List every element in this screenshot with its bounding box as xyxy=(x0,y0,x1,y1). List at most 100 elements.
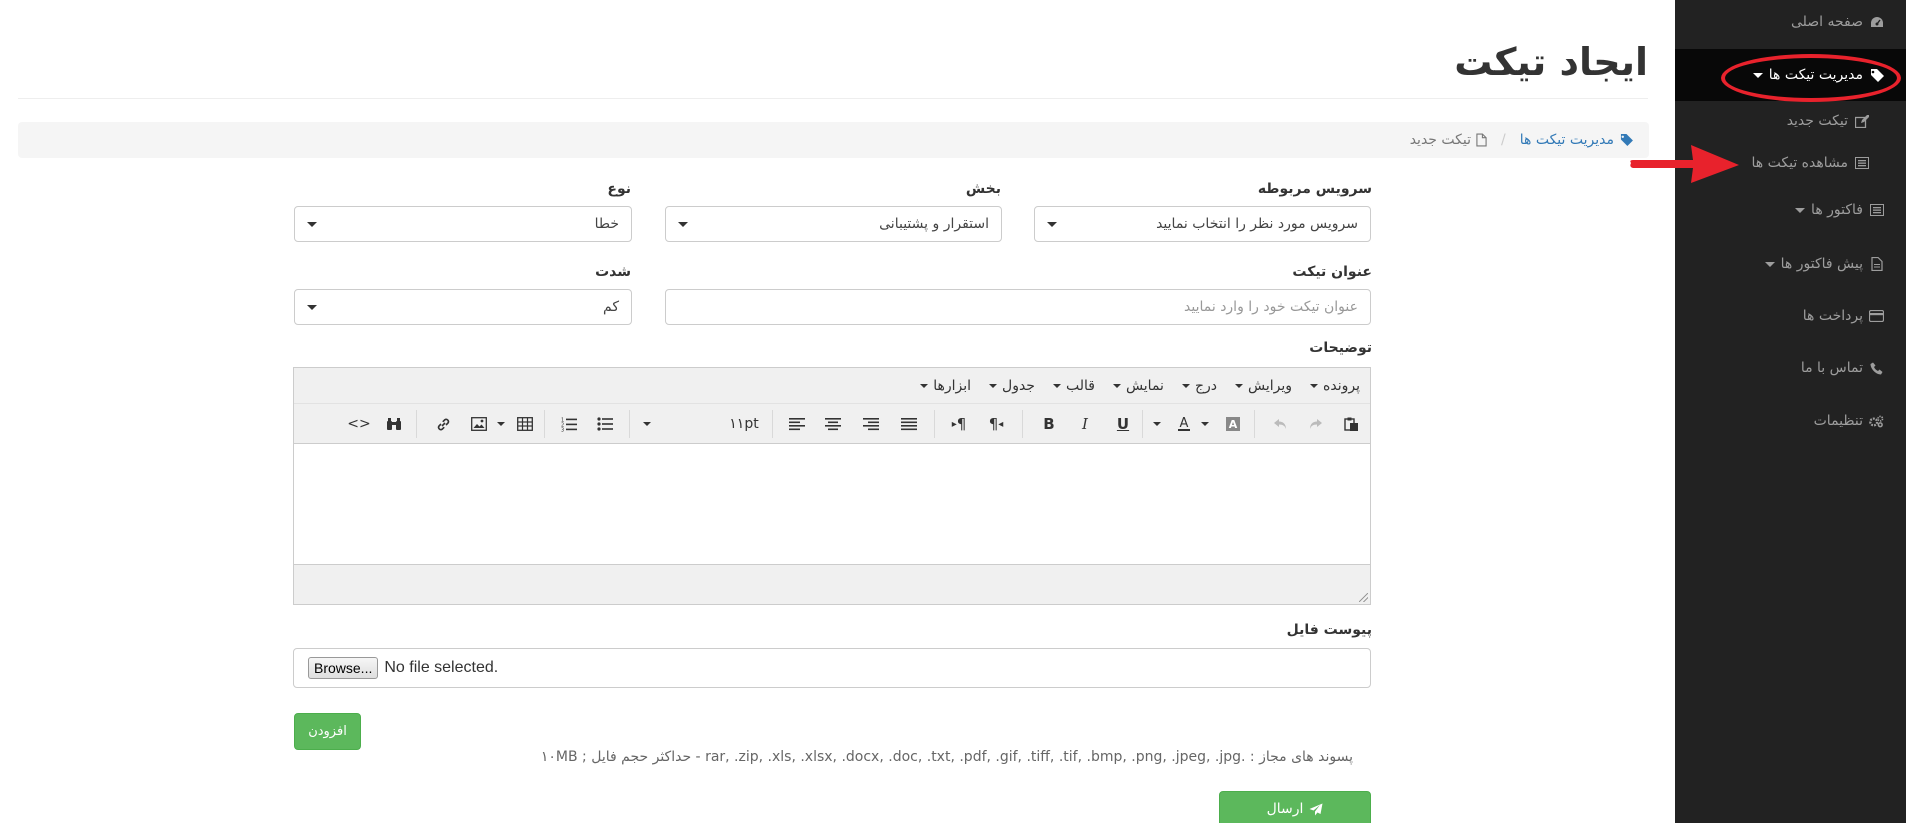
file-input[interactable]: Browse... No file selected. xyxy=(293,648,1371,688)
no-file-text: No file selected. xyxy=(384,659,499,676)
text-color-icon[interactable]: A xyxy=(1171,412,1197,436)
credit-card-icon xyxy=(1869,310,1884,323)
invoice-icon xyxy=(1869,204,1884,217)
font-size-select[interactable]: ۱۱pt xyxy=(726,412,762,436)
sidebar-item-dashboard[interactable]: صفحه اصلی xyxy=(1791,10,1884,34)
font-size-dropdown[interactable] xyxy=(637,412,657,436)
submit-button[interactable]: ارسال xyxy=(1219,791,1371,823)
menu-table[interactable]: جدول xyxy=(989,378,1035,394)
editor-content-area[interactable] xyxy=(294,444,1370,564)
breadcrumb-link-ticket-management[interactable]: مدیریت تیکت ها xyxy=(1520,132,1633,148)
description-label: توضیحات xyxy=(1309,340,1372,356)
sidebar-item-label: صفحه اصلی xyxy=(1790,14,1863,30)
paste-icon[interactable] xyxy=(1338,412,1364,436)
chevron-down-icon xyxy=(1764,261,1775,267)
ticket-title-input[interactable] xyxy=(665,289,1371,325)
underline-icon[interactable]: U xyxy=(1110,412,1136,436)
editor-toolbar: A A U I B ¶ ◂ ▸ ¶ ۱۱pt 1 2 3 <> xyxy=(294,404,1370,444)
editor-menubar: پرونده ویرایش درج نمایش قالب جدول ابزاره… xyxy=(294,368,1370,404)
paper-plane-icon xyxy=(1309,803,1323,815)
type-selected-value: خطا xyxy=(594,216,619,232)
service-select[interactable]: سرویس مورد نظر را انتخاب نمایید xyxy=(1034,206,1371,242)
chevron-down-icon xyxy=(1112,383,1121,388)
severity-selected-value: کم xyxy=(603,299,619,315)
chevron-down-icon xyxy=(1047,221,1057,227)
toolbar-separator xyxy=(544,410,545,438)
sidebar-item-contact[interactable]: تماس با ما xyxy=(1801,356,1884,380)
source-code-icon[interactable]: <> xyxy=(346,412,372,436)
chevron-down-icon xyxy=(989,383,998,388)
chevron-down-icon xyxy=(1235,383,1243,388)
service-selected-value: سرویس مورد نظر را انتخاب نمایید xyxy=(1156,216,1358,232)
align-center-icon[interactable] xyxy=(820,412,846,436)
table-icon[interactable] xyxy=(512,412,538,436)
annotation-arrow-icon xyxy=(1630,145,1739,183)
table-dropdown[interactable] xyxy=(494,412,508,436)
title-divider xyxy=(18,98,1648,99)
background-color-dropdown[interactable] xyxy=(1198,412,1212,436)
chevron-down-icon xyxy=(1153,422,1161,426)
align-left-icon[interactable] xyxy=(784,412,810,436)
menu-insert[interactable]: درج xyxy=(1181,378,1217,394)
sidebar-item-label: تنظیمات xyxy=(1813,413,1863,429)
toolbar-separator xyxy=(772,410,773,438)
text-color-dropdown[interactable] xyxy=(1150,412,1164,436)
section-select[interactable]: استقرار و پشتیبانی xyxy=(665,206,1002,242)
image-icon[interactable] xyxy=(466,412,492,436)
page-title: ایجاد تیکت xyxy=(1454,40,1648,84)
link-icon[interactable] xyxy=(430,412,456,436)
chevron-down-icon xyxy=(920,383,929,388)
allowed-extensions-text: پسوند های مجاز : .rar, .zip, .xls, .xlsx… xyxy=(540,749,1353,765)
file-icon xyxy=(1476,133,1487,147)
sidebar-item-settings[interactable]: تنظیمات xyxy=(1814,409,1884,433)
ticket-title-label: عنوان تیکت xyxy=(1292,264,1372,280)
toolbar-separator xyxy=(1142,410,1143,438)
menu-view-label: نمایش xyxy=(1125,377,1164,394)
sidebar-item-proforma[interactable]: پیش فاکتور ها xyxy=(1764,252,1884,276)
sidebar-item-payments[interactable]: پرداخت ها xyxy=(1803,304,1884,328)
toolbar-separator xyxy=(1022,410,1023,438)
breadcrumb-current: تیکت جدید xyxy=(1410,132,1487,148)
sidebar-item-label: مشاهده تیکت ها xyxy=(1751,155,1848,171)
browse-button[interactable]: Browse... xyxy=(308,657,379,679)
menu-format[interactable]: قالب xyxy=(1052,378,1095,394)
sidebar-item-label: تماس با ما xyxy=(1800,360,1863,376)
undo-icon[interactable] xyxy=(1267,412,1293,436)
severity-label: شدت xyxy=(595,264,631,280)
type-select[interactable]: خطا xyxy=(294,206,632,242)
add-file-button[interactable]: افزودن xyxy=(294,713,361,750)
sidebar-item-label: پیش فاکتور ها xyxy=(1780,256,1863,272)
redo-icon[interactable] xyxy=(1302,412,1328,436)
menu-edit[interactable]: ویرایش xyxy=(1235,378,1292,394)
background-color-icon[interactable]: A xyxy=(1220,412,1246,436)
sidebar-item-label: فاکتور ها xyxy=(1811,202,1863,218)
menu-edit-label: ویرایش xyxy=(1248,377,1293,394)
chevron-down-icon xyxy=(1201,422,1209,426)
numbered-list-icon[interactable]: 123 xyxy=(556,412,582,436)
svg-text:A: A xyxy=(1229,418,1238,431)
chevron-down-icon xyxy=(497,422,505,426)
italic-icon[interactable]: I xyxy=(1072,412,1098,436)
severity-select[interactable]: کم xyxy=(294,289,632,325)
editor-statusbar xyxy=(294,564,1370,604)
sidebar-item-view-tickets[interactable]: مشاهده تیکت ها xyxy=(1752,151,1869,175)
ltr-direction-icon[interactable]: ▸ ¶ xyxy=(946,412,972,436)
rich-text-editor: پرونده ویرایش درج نمایش قالب جدول ابزاره… xyxy=(293,367,1371,605)
chevron-down-icon xyxy=(1052,383,1061,388)
menu-file[interactable]: پرونده xyxy=(1310,378,1360,394)
align-justify-icon[interactable] xyxy=(896,412,922,436)
bold-icon[interactable]: B xyxy=(1036,412,1062,436)
rtl-direction-icon[interactable]: ¶ ◂ xyxy=(983,412,1009,436)
toolbar-separator xyxy=(1254,410,1255,438)
bullet-list-icon[interactable] xyxy=(592,412,618,436)
breadcrumb-parent-label: مدیریت تیکت ها xyxy=(1519,132,1614,148)
menu-view[interactable]: نمایش xyxy=(1112,377,1164,394)
align-right-icon[interactable] xyxy=(858,412,884,436)
sidebar-item-new-ticket[interactable]: تیکت جدید xyxy=(1787,109,1869,133)
dashboard-icon xyxy=(1869,16,1884,29)
edit-icon xyxy=(1854,114,1869,128)
menu-tools[interactable]: ابزارها xyxy=(920,378,971,394)
resize-handle-icon[interactable] xyxy=(1359,593,1368,602)
binoculars-icon[interactable] xyxy=(381,412,407,436)
sidebar-item-invoices[interactable]: فاکتور ها xyxy=(1795,198,1884,222)
